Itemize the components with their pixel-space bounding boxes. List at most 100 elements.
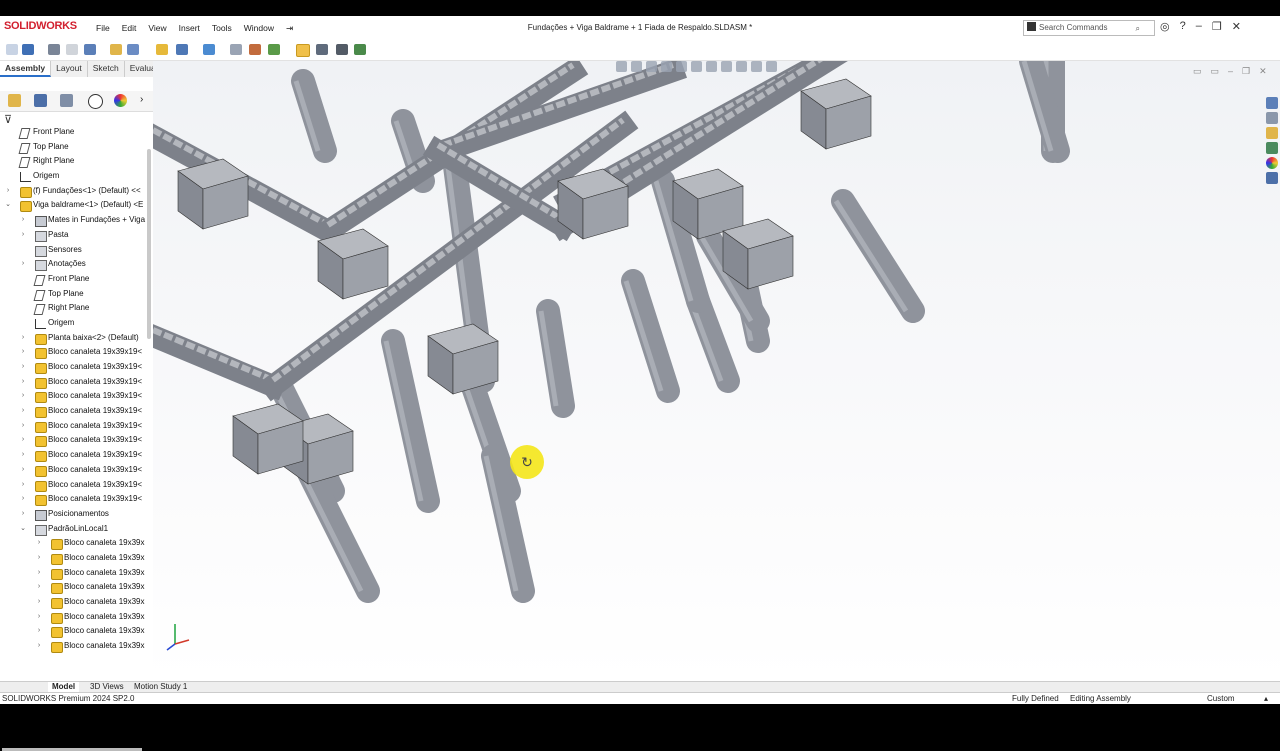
custom-properties-icon[interactable] (1266, 172, 1278, 184)
expand-arrow-icon[interactable]: › (35, 536, 43, 551)
view-orientation-icon[interactable] (691, 61, 702, 72)
solidworks-logo[interactable]: SOLIDWORKS (4, 20, 77, 32)
menu-tools[interactable]: Tools (206, 23, 238, 34)
cascade-icon[interactable]: ▭ (1211, 66, 1220, 77)
collapse-arrow-icon[interactable]: ⌄ (19, 522, 27, 537)
document-icon[interactable] (66, 44, 78, 55)
insert-component-icon[interactable] (110, 44, 122, 55)
tree-item[interactable]: › Bloco canaleta 19x39x19< (0, 389, 148, 404)
tree-item[interactable]: Front Plane (0, 272, 148, 287)
tree-item[interactable]: › Anotações (0, 257, 148, 272)
previous-view-icon[interactable] (646, 61, 657, 72)
expand-arrow-icon[interactable]: › (19, 213, 27, 228)
tree-item[interactable]: ⌄ Viga baldrame<1> (Default) <E (0, 198, 148, 213)
graphics-area[interactable]: ↻ (153, 61, 1280, 681)
tile-icon[interactable]: ▭ (1193, 66, 1202, 77)
tree-item[interactable]: › Bloco canaleta 19x39x19< (0, 360, 148, 375)
tree-item[interactable]: › Bloco canaleta 19x39x (0, 595, 148, 610)
tree-item[interactable]: › Posicionamentos (0, 507, 148, 522)
assembly-model[interactable] (153, 61, 1280, 681)
tree-item[interactable]: › (f) Fundações<1> (Default) << (0, 184, 148, 199)
tree-item[interactable]: › Bloco canaleta 19x39x (0, 610, 148, 625)
explode-icon[interactable] (230, 44, 242, 55)
edit-appearance-icon[interactable] (736, 61, 747, 72)
mate-icon[interactable] (127, 44, 139, 55)
move-component-icon[interactable] (203, 44, 215, 55)
expand-arrow-icon[interactable]: › (19, 507, 27, 522)
tree-item[interactable]: › Pasta (0, 228, 148, 243)
render-icon[interactable] (354, 44, 366, 55)
view-palette-icon[interactable] (1266, 142, 1278, 154)
tab-sketch[interactable]: Sketch (88, 61, 125, 77)
tree-item[interactable]: Right Plane (0, 301, 148, 316)
display-manager-icon[interactable] (114, 94, 127, 107)
tree-item[interactable]: › Bloco canaleta 19x39x19< (0, 375, 148, 390)
tree-item[interactable]: › Bloco canaleta 19x39x19< (0, 492, 148, 507)
snapshot-icon[interactable] (336, 44, 348, 55)
select-icon[interactable] (296, 44, 310, 57)
expand-arrow-icon[interactable]: › (35, 639, 43, 654)
expand-arrow-icon[interactable]: › (19, 404, 27, 419)
tree-item[interactable]: › Mates in Fundações + Viga (0, 213, 148, 228)
tree-item[interactable]: Sensores (0, 243, 148, 258)
tree-item[interactable]: › Bloco canaleta 19x39x19< (0, 478, 148, 493)
tree-item[interactable]: Front Plane (0, 125, 148, 140)
solidworks-resources-icon[interactable] (1266, 97, 1278, 109)
apply-scene-icon[interactable] (751, 61, 762, 72)
expand-arrow-icon[interactable]: › (19, 345, 27, 360)
tree-item[interactable]: Top Plane (0, 140, 148, 155)
expand-arrow-icon[interactable]: › (19, 448, 27, 463)
tree-item[interactable]: › Bloco canaleta 19x39x19< (0, 419, 148, 434)
expand-chevron-icon[interactable]: › (140, 94, 143, 105)
sketch-tool-icon[interactable] (48, 44, 60, 55)
tree-item[interactable]: › Bloco canaleta 19x39x19< (0, 345, 148, 360)
expand-arrow-icon[interactable]: › (19, 433, 27, 448)
tree-item[interactable]: Origem (0, 316, 148, 331)
expand-arrow-icon[interactable]: › (19, 492, 27, 507)
expand-arrow-icon[interactable]: › (35, 580, 43, 595)
configuration-manager-icon[interactable] (60, 94, 73, 107)
appearances-icon[interactable] (1266, 157, 1278, 169)
hide-show-items-icon[interactable] (721, 61, 732, 72)
expand-arrow-icon[interactable]: › (19, 257, 27, 272)
tab-model[interactable]: Model (48, 682, 80, 692)
tree-item[interactable]: › Bloco canaleta 19x39x19< (0, 448, 148, 463)
tab-motion-study[interactable]: Motion Study 1 (130, 682, 191, 692)
tab-layout[interactable]: Layout (51, 61, 88, 77)
expand-arrow-icon[interactable]: › (35, 595, 43, 610)
expand-arrow-icon[interactable]: › (19, 478, 27, 493)
section-view-icon[interactable] (661, 61, 672, 72)
tree-item[interactable]: › Bloco canaleta 19x39x (0, 551, 148, 566)
smart-fastener-icon[interactable] (156, 44, 168, 55)
tree-item[interactable]: › Bloco canaleta 19x39x19< (0, 404, 148, 419)
zoom-area-icon[interactable] (631, 61, 642, 72)
expand-arrow-icon[interactable]: › (35, 624, 43, 639)
options-icon[interactable] (84, 44, 96, 55)
expand-arrow-icon[interactable]: › (19, 331, 27, 346)
search-commands-field[interactable]: Search Commands ⌕ (1023, 20, 1155, 36)
restore-icon[interactable]: ❐ (1212, 20, 1222, 33)
tree-item[interactable]: › Bloco canaleta 19x39x (0, 566, 148, 581)
open-icon[interactable] (22, 44, 34, 55)
tab-3d-views[interactable]: 3D Views (86, 682, 128, 692)
pattern-icon[interactable] (176, 44, 188, 55)
doc-minimize-icon[interactable]: – (1228, 66, 1233, 77)
reference-geometry-icon[interactable] (249, 44, 261, 55)
expand-arrow-icon[interactable]: › (4, 184, 12, 199)
tree-item[interactable]: › Bloco canaleta 19x39x19< (0, 463, 148, 478)
expand-arrow-icon[interactable]: › (19, 375, 27, 390)
expand-arrow-icon[interactable]: › (19, 228, 27, 243)
feature-tree-icon[interactable] (8, 94, 21, 107)
tree-item[interactable]: Top Plane (0, 287, 148, 302)
new-icon[interactable] (6, 44, 18, 55)
tab-assembly[interactable]: Assembly (0, 61, 52, 77)
doc-restore-icon[interactable]: ❐ (1242, 66, 1250, 77)
expand-arrow-icon[interactable]: › (19, 463, 27, 478)
menu-file[interactable]: File (90, 23, 116, 34)
design-library-icon[interactable] (1266, 112, 1278, 124)
expand-arrow-icon[interactable]: › (19, 360, 27, 375)
tree-item[interactable]: › Bloco canaleta 19x39x (0, 580, 148, 595)
tree-item[interactable]: › Planta baixa<2> (Default) (0, 331, 148, 346)
expand-arrow-icon[interactable]: › (19, 389, 27, 404)
tree-vertical-scrollbar[interactable] (147, 149, 151, 339)
